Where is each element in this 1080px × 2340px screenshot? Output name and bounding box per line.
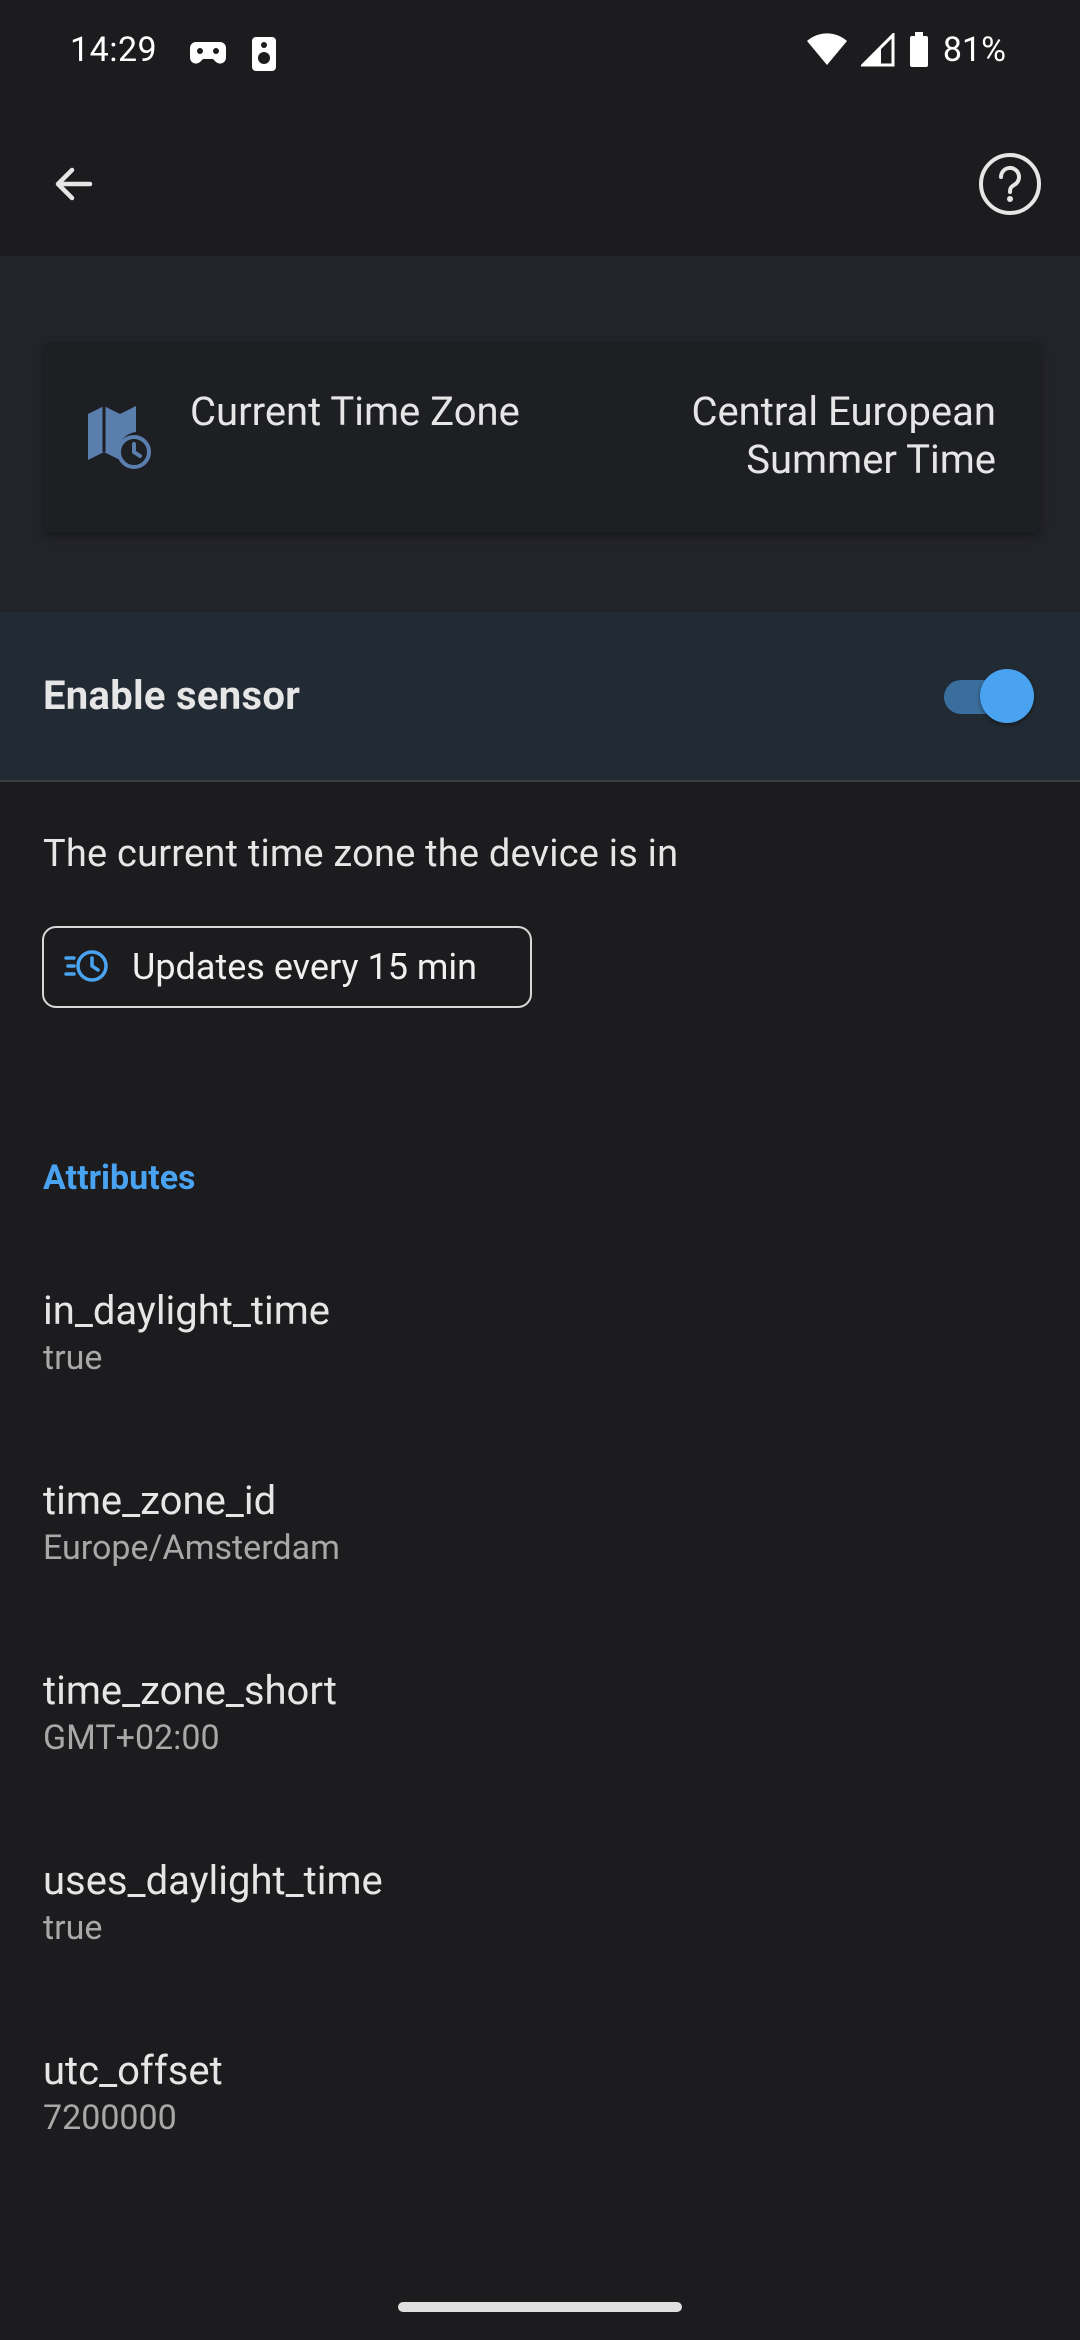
attribute-item: uses_daylight_time true bbox=[0, 1820, 1080, 2010]
enable-sensor-label: Enable sensor bbox=[43, 672, 301, 719]
enable-sensor-toggle[interactable] bbox=[942, 668, 1034, 724]
wifi-icon bbox=[806, 33, 847, 65]
sensor-description: The current time zone the device is in bbox=[43, 832, 679, 876]
attribute-name: uses_daylight_time bbox=[43, 1857, 383, 1904]
update-interval-label: Updates every 15 min bbox=[132, 946, 478, 988]
map-clock-icon bbox=[88, 406, 151, 469]
notification-icons bbox=[188, 36, 278, 72]
update-interval-chip[interactable]: Updates every 15 min bbox=[42, 926, 532, 1008]
sensor-header: Current Time Zone Central European Summe… bbox=[0, 256, 1080, 612]
toggle-thumb bbox=[980, 669, 1034, 723]
attribute-value: 7200000 bbox=[43, 2098, 177, 2138]
attribute-item: utc_offset 7200000 bbox=[0, 2010, 1080, 2200]
attribute-item: time_zone_short GMT+02:00 bbox=[0, 1630, 1080, 1820]
sensor-card: Current Time Zone Central European Summe… bbox=[44, 342, 1040, 532]
status-time: 14:29 bbox=[70, 30, 158, 70]
attribute-name: time_zone_id bbox=[43, 1477, 277, 1524]
back-button[interactable] bbox=[40, 150, 108, 218]
arrow-left-icon bbox=[55, 167, 93, 201]
attribute-value: Europe/Amsterdam bbox=[43, 1528, 340, 1568]
attribute-value: GMT+02:00 bbox=[43, 1718, 220, 1758]
attribute-item: in_daylight_time true bbox=[0, 1250, 1080, 1440]
attribute-item: time_zone_id Europe/Amsterdam bbox=[0, 1440, 1080, 1630]
battery-percentage: 81% bbox=[942, 30, 1006, 70]
help-circle-icon bbox=[979, 153, 1041, 215]
status-bar: 14:29 81% bbox=[0, 0, 1080, 108]
help-button[interactable] bbox=[974, 148, 1046, 220]
top-app-bar bbox=[0, 108, 1080, 256]
attribute-name: utc_offset bbox=[43, 2047, 223, 2094]
attribute-value: true bbox=[43, 1338, 103, 1378]
speaker-icon bbox=[252, 37, 276, 71]
game-controller-icon bbox=[190, 42, 226, 64]
attributes-list: in_daylight_time true time_zone_id Europ… bbox=[0, 1250, 1080, 2200]
enable-sensor-row[interactable]: Enable sensor bbox=[0, 612, 1080, 782]
attribute-name: time_zone_short bbox=[43, 1667, 337, 1714]
system-icons: 81% bbox=[806, 30, 1006, 70]
sensor-name: Current Time Zone bbox=[190, 388, 520, 435]
sensor-state: Central European Summer Time bbox=[691, 388, 996, 483]
attribute-name: in_daylight_time bbox=[43, 1287, 330, 1334]
attributes-heading: Attributes bbox=[43, 1158, 196, 1198]
attribute-value: true bbox=[43, 1908, 103, 1948]
update-clock-icon bbox=[64, 950, 108, 982]
gesture-navigation-bar[interactable] bbox=[398, 2302, 682, 2312]
battery-icon bbox=[909, 32, 928, 67]
signal-icon bbox=[860, 33, 895, 67]
